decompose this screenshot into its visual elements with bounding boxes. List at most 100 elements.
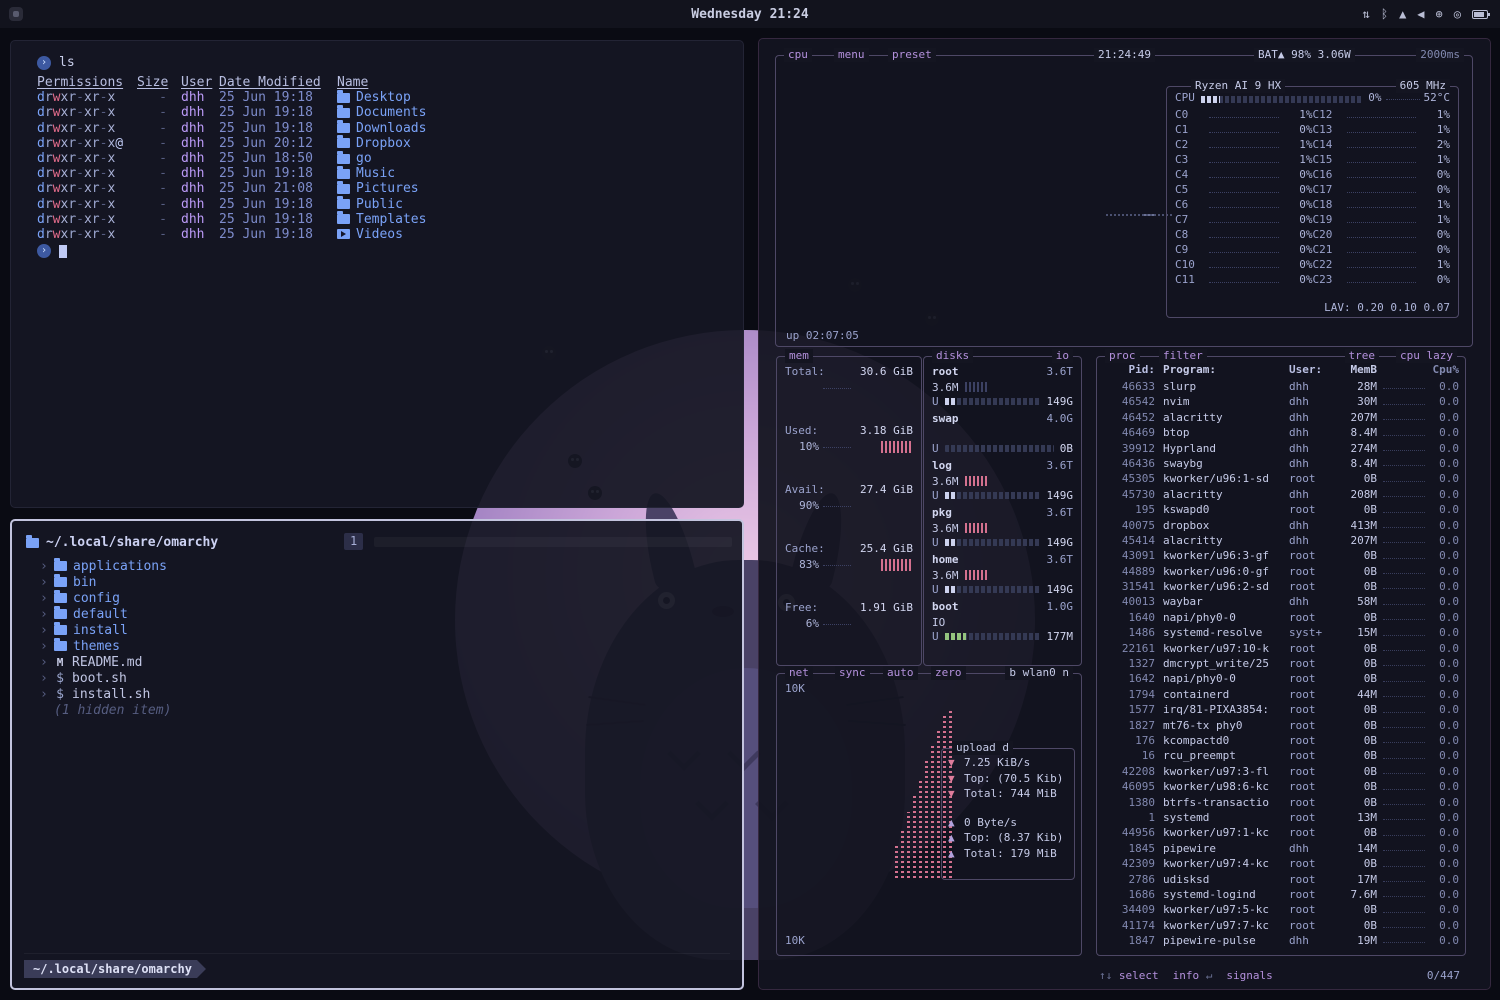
list-item[interactable]: › $ install.sh [12, 686, 336, 702]
process-row[interactable]: 42208 kworker/u97:3-fl root 0B 0.0 [1103, 764, 1459, 779]
process-row[interactable]: 46469 btop dhh 8.4M 0.0 [1103, 425, 1459, 440]
list-item[interactable]: › (1 hidden item) [12, 702, 336, 718]
sort-selector[interactable]: cpu lazy [1396, 349, 1457, 363]
list-item[interactable]: › themes [12, 638, 336, 654]
process-row[interactable]: 43091 kworker/u96:3-gf root 0B 0.0 [1103, 548, 1459, 563]
list-item[interactable]: › applications [12, 558, 336, 574]
bluetooth-icon[interactable]: ᛒ [1381, 8, 1388, 20]
process-row[interactable]: 44889 kworker/u96:0-gf root 0B 0.0 [1103, 564, 1459, 579]
process-memory-graph [1383, 588, 1425, 589]
tab-indicator[interactable]: 1 [344, 533, 363, 550]
select-action[interactable]: ↑↓ select [1099, 969, 1159, 982]
process-name: swaybg [1155, 456, 1289, 471]
preset-button[interactable]: preset [888, 48, 936, 62]
list-item[interactable]: › default [12, 606, 336, 622]
core-row: C10 0% [1175, 257, 1313, 272]
process-memory: 274M [1335, 441, 1377, 456]
process-row[interactable]: 195 kswapd0 root 0B 0.0 [1103, 502, 1459, 517]
process-row[interactable]: 1686 systemd-logind root 7.6M 0.0 [1103, 887, 1459, 902]
process-row[interactable]: 46452 alacritty dhh 207M 0.0 [1103, 410, 1459, 425]
process-user: dhh [1289, 841, 1335, 856]
network-icon[interactable]: ⊕ [1436, 8, 1443, 20]
process-pid: 2786 [1103, 872, 1155, 887]
process-row[interactable]: 31541 kworker/u96:2-sd root 0B 0.0 [1103, 579, 1459, 594]
list-item[interactable]: › install [12, 622, 336, 638]
process-row[interactable]: 41174 kworker/u97:7-kc root 0B 0.0 [1103, 918, 1459, 933]
session-icon[interactable]: ◎ [1454, 8, 1461, 20]
process-row[interactable]: 46633 slurp dhh 28M 0.0 [1103, 379, 1459, 394]
process-row[interactable]: 45305 kworker/u96:1-sd root 0B 0.0 [1103, 471, 1459, 486]
process-row[interactable]: 1486 systemd-resolve syst+ 15M 0.0 [1103, 625, 1459, 640]
file-date: 25 Jun 19:18 [219, 227, 337, 242]
list-item[interactable]: › $ boot.sh [12, 670, 336, 686]
header-cpu[interactable]: Cpu% [1429, 363, 1459, 379]
tree-toggle[interactable]: tree [1345, 349, 1380, 363]
workspace-indicator[interactable] [9, 7, 23, 21]
menu-button[interactable]: menu [834, 48, 869, 62]
process-row[interactable]: 1794 containerd root 44M 0.0 [1103, 687, 1459, 702]
sync-toggle[interactable]: sync [835, 666, 870, 680]
process-row[interactable]: 1827 mt76-tx phy0 root 0B 0.0 [1103, 718, 1459, 733]
process-row[interactable]: 46095 kworker/u98:6-kc root 0B 0.0 [1103, 779, 1459, 794]
file-permissions: drwxr-xr-x [37, 105, 137, 120]
network-panel-title[interactable]: net [785, 666, 813, 680]
process-row[interactable]: 42309 kworker/u97:4-kc root 0B 0.0 [1103, 856, 1459, 871]
process-row[interactable]: 2786 udisksd root 17M 0.0 [1103, 872, 1459, 887]
list-item[interactable]: › bin [12, 574, 336, 590]
header-memory[interactable]: MemB [1335, 363, 1377, 379]
network-device[interactable]: b wlan0 n [1005, 666, 1073, 680]
filter-button[interactable]: filter [1159, 349, 1207, 363]
update-interval[interactable]: 2000ms [1416, 48, 1464, 62]
process-row[interactable]: 1577 irq/81-PIXA3854: root 0B 0.0 [1103, 702, 1459, 717]
process-row[interactable]: 1327 dmcrypt_write/25 root 0B 0.0 [1103, 656, 1459, 671]
header-program[interactable]: Program: [1155, 363, 1289, 379]
wifi-icon[interactable]: ▲ [1399, 8, 1406, 20]
process-user: dhh [1289, 933, 1335, 948]
info-action[interactable]: info ↵ [1173, 969, 1213, 982]
memory-panel-title[interactable]: mem [785, 349, 813, 363]
header-user[interactable]: User: [1289, 363, 1335, 379]
header-pid[interactable]: Pid: [1103, 363, 1155, 379]
disks-panel: disks io root 3.6T 3.6M [923, 356, 1082, 666]
file-size: - [137, 181, 173, 196]
process-cpu: 0.0 [1429, 641, 1459, 656]
process-row[interactable]: 34409 kworker/u97:5-kc root 0B 0.0 [1103, 902, 1459, 917]
updates-icon[interactable]: ⇅ [1363, 8, 1370, 20]
process-row[interactable]: 16 rcu_preempt root 0B 0.0 [1103, 748, 1459, 763]
process-row[interactable]: 46542 nvim dhh 30M 0.0 [1103, 394, 1459, 409]
signals-action[interactable]: signals [1226, 969, 1272, 982]
io-toggle[interactable]: io [1052, 349, 1073, 363]
process-panel-title[interactable]: proc [1105, 349, 1140, 363]
list-item[interactable]: › config [12, 590, 336, 606]
process-row[interactable]: 46436 swaybg dhh 8.4M 0.0 [1103, 456, 1459, 471]
process-row[interactable]: 45414 alacritty dhh 207M 0.0 [1103, 533, 1459, 548]
process-row[interactable]: 1847 pipewire-pulse dhh 19M 0.0 [1103, 933, 1459, 948]
process-row[interactable]: 1 systemd root 13M 0.0 [1103, 810, 1459, 825]
process-row[interactable]: 40075 dropbox dhh 413M 0.0 [1103, 518, 1459, 533]
auto-toggle[interactable]: auto [883, 666, 918, 680]
volume-icon[interactable]: ◀ [1417, 8, 1424, 20]
process-row[interactable]: 22161 kworker/u97:10-k root 0B 0.0 [1103, 641, 1459, 656]
process-row[interactable]: 176 kcompactd0 root 0B 0.0 [1103, 733, 1459, 748]
prompt-line[interactable]: › [37, 243, 743, 259]
disks-panel-title[interactable]: disks [932, 349, 973, 363]
cpu-panel-title[interactable]: cpu [784, 48, 812, 62]
file-date: 25 Jun 19:18 [219, 197, 337, 212]
process-row[interactable]: 1640 napi/phy0-0 root 0B 0.0 [1103, 610, 1459, 625]
process-row[interactable]: 1845 pipewire dhh 14M 0.0 [1103, 841, 1459, 856]
file-name: Public [356, 197, 403, 212]
battery-icon[interactable] [1472, 10, 1488, 19]
list-item[interactable]: › M README.md [12, 654, 336, 670]
process-row[interactable]: 45730 alacritty dhh 208M 0.0 [1103, 487, 1459, 502]
process-row[interactable]: 1642 napi/phy0-0 root 0B 0.0 [1103, 671, 1459, 686]
process-memory-graph [1383, 742, 1425, 743]
process-row[interactable]: 39912 Hyprland dhh 274M 0.0 [1103, 441, 1459, 456]
process-pid: 44889 [1103, 564, 1155, 579]
core-graph [1209, 222, 1279, 223]
process-memory-graph [1383, 819, 1425, 820]
process-row[interactable]: 40013 waybar dhh 58M 0.0 [1103, 594, 1459, 609]
process-row[interactable]: 1380 btrfs-transactio root 0B 0.0 [1103, 795, 1459, 810]
file-name-cell: Pictures [337, 181, 743, 196]
process-row[interactable]: 44956 kworker/u97:1-kc root 0B 0.0 [1103, 825, 1459, 840]
zero-toggle[interactable]: zero [931, 666, 966, 680]
